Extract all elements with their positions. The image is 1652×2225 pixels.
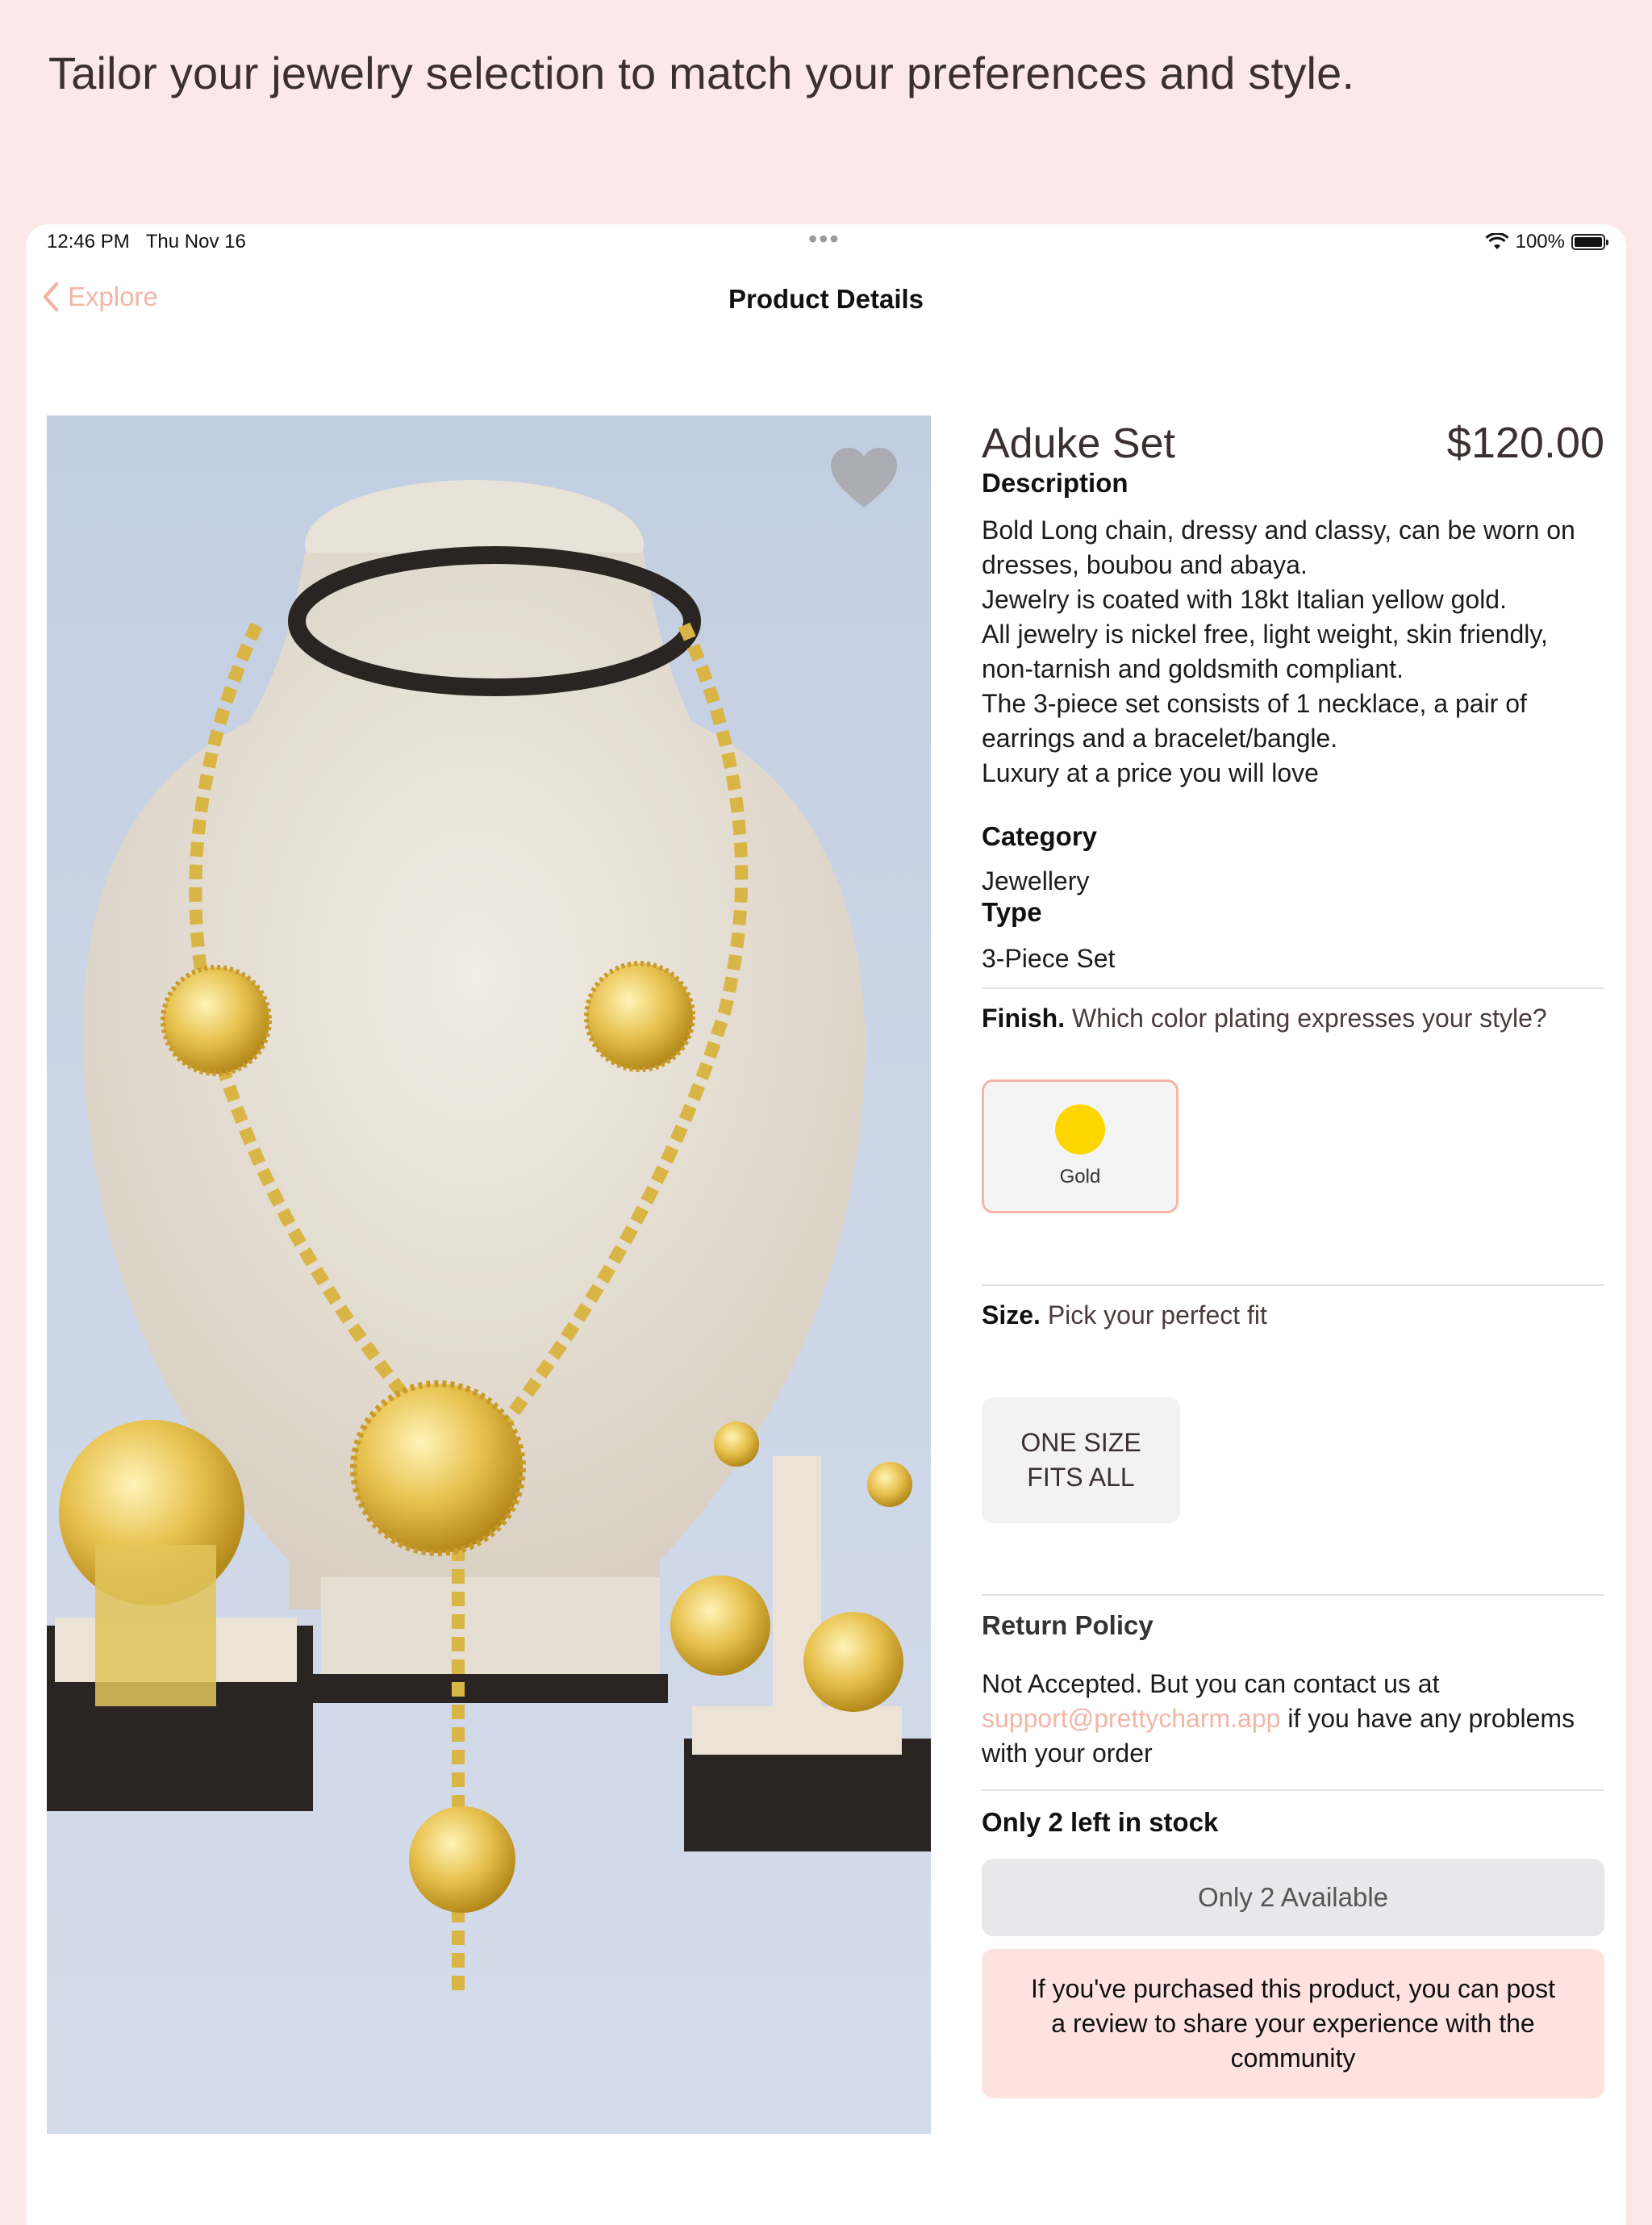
size-option-line: ONE SIZE [1020, 1428, 1141, 1457]
review-line: If you've purchased this product, you ca… [1030, 1974, 1556, 2003]
stock-title: Only 2 left in stock [982, 1807, 1219, 1837]
product-name: Aduke Set [982, 420, 1175, 467]
multitasking-dots-icon[interactable]: ••• [808, 224, 841, 254]
description-line: Bold Long chain, dressy and classy, can … [982, 516, 1575, 545]
finish-label: Finish. [982, 1004, 1066, 1033]
return-policy-line: with your order [982, 1739, 1153, 1768]
status-date: Thu Nov 16 [145, 231, 246, 253]
divider [982, 1594, 1604, 1596]
review-line: a review to share your experience with t… [1051, 2009, 1535, 2038]
review-prompt-box[interactable]: If you've purchased this product, you ca… [982, 1949, 1604, 2098]
title-row: Aduke Set $120.00 [982, 418, 1604, 468]
return-policy-title: Return Policy [982, 1610, 1153, 1640]
finish-prompt: Which color plating expresses your style… [1072, 1004, 1547, 1033]
availability-button[interactable]: Only 2 Available [982, 1859, 1604, 1936]
return-policy-line: Not Accepted. But you can contact us at [982, 1669, 1440, 1698]
description-line: Luxury at a price you will love [982, 758, 1319, 787]
device-screen: 12:46 PM Thu Nov 16 ••• 100% Explore Pro… [26, 224, 1626, 2225]
battery-percent: 100% [1515, 231, 1565, 253]
favorite-heart-icon[interactable] [829, 446, 899, 511]
size-option-one-size[interactable]: ONE SIZE FITS ALL [982, 1397, 1180, 1523]
finish-heading: Finish. Which color plating expresses yo… [982, 1004, 1547, 1033]
status-time: 12:46 PM [47, 231, 130, 253]
product-image[interactable] [47, 415, 931, 2134]
support-email-link[interactable]: support@prettycharm.app [982, 1704, 1280, 1733]
description-line: All jewelry is nickel free, light weight… [982, 620, 1548, 649]
description-line: earrings and a bracelet/bangle. [982, 724, 1338, 753]
divider [982, 987, 1604, 989]
description-line: Jewelry is coated with 18kt Italian yell… [982, 585, 1507, 614]
product-price: $120.00 [1446, 419, 1604, 467]
description-line: non-tarnish and goldsmith compliant. [982, 654, 1404, 683]
navigation-bar: Explore Product Details [26, 281, 1626, 329]
size-label: Size. [982, 1300, 1041, 1330]
return-policy-text: Not Accepted. But you can contact us at … [982, 1667, 1575, 1771]
battery-icon [1571, 234, 1608, 250]
divider [982, 1789, 1604, 1791]
type-label: Type [982, 897, 1042, 927]
jewelry-photo-illustration [47, 480, 931, 1997]
finish-option-label: Gold [1059, 1166, 1101, 1188]
description-text: Bold Long chain, dressy and classy, can … [982, 513, 1575, 791]
category-label: Category [982, 821, 1098, 851]
gold-swatch [1055, 1104, 1105, 1154]
size-option-line: FITS ALL [1027, 1463, 1135, 1492]
finish-option-gold[interactable]: Gold [982, 1079, 1179, 1213]
review-line: community [1230, 2043, 1356, 2073]
return-policy-line: if you have any problems [1280, 1704, 1575, 1733]
wifi-icon [1485, 233, 1509, 249]
size-prompt: Pick your perfect fit [1047, 1300, 1267, 1330]
description-line: The 3-piece set consists of 1 necklace, … [982, 689, 1527, 718]
status-bar: 12:46 PM Thu Nov 16 ••• 100% [26, 224, 1626, 261]
status-time-date: 12:46 PM Thu Nov 16 [47, 231, 246, 253]
type-value: 3-Piece Set [982, 944, 1116, 973]
status-right: 100% [1485, 231, 1608, 253]
size-heading: Size. Pick your perfect fit [982, 1300, 1267, 1330]
description-line: dresses, boubou and abaya. [982, 550, 1308, 579]
category-value: Jewellery [982, 866, 1090, 895]
promo-headline: Tailor your jewelry selection to match y… [48, 48, 1355, 98]
divider [982, 1284, 1604, 1286]
description-label: Description [982, 468, 1128, 498]
page-title: Product Details [728, 284, 924, 314]
